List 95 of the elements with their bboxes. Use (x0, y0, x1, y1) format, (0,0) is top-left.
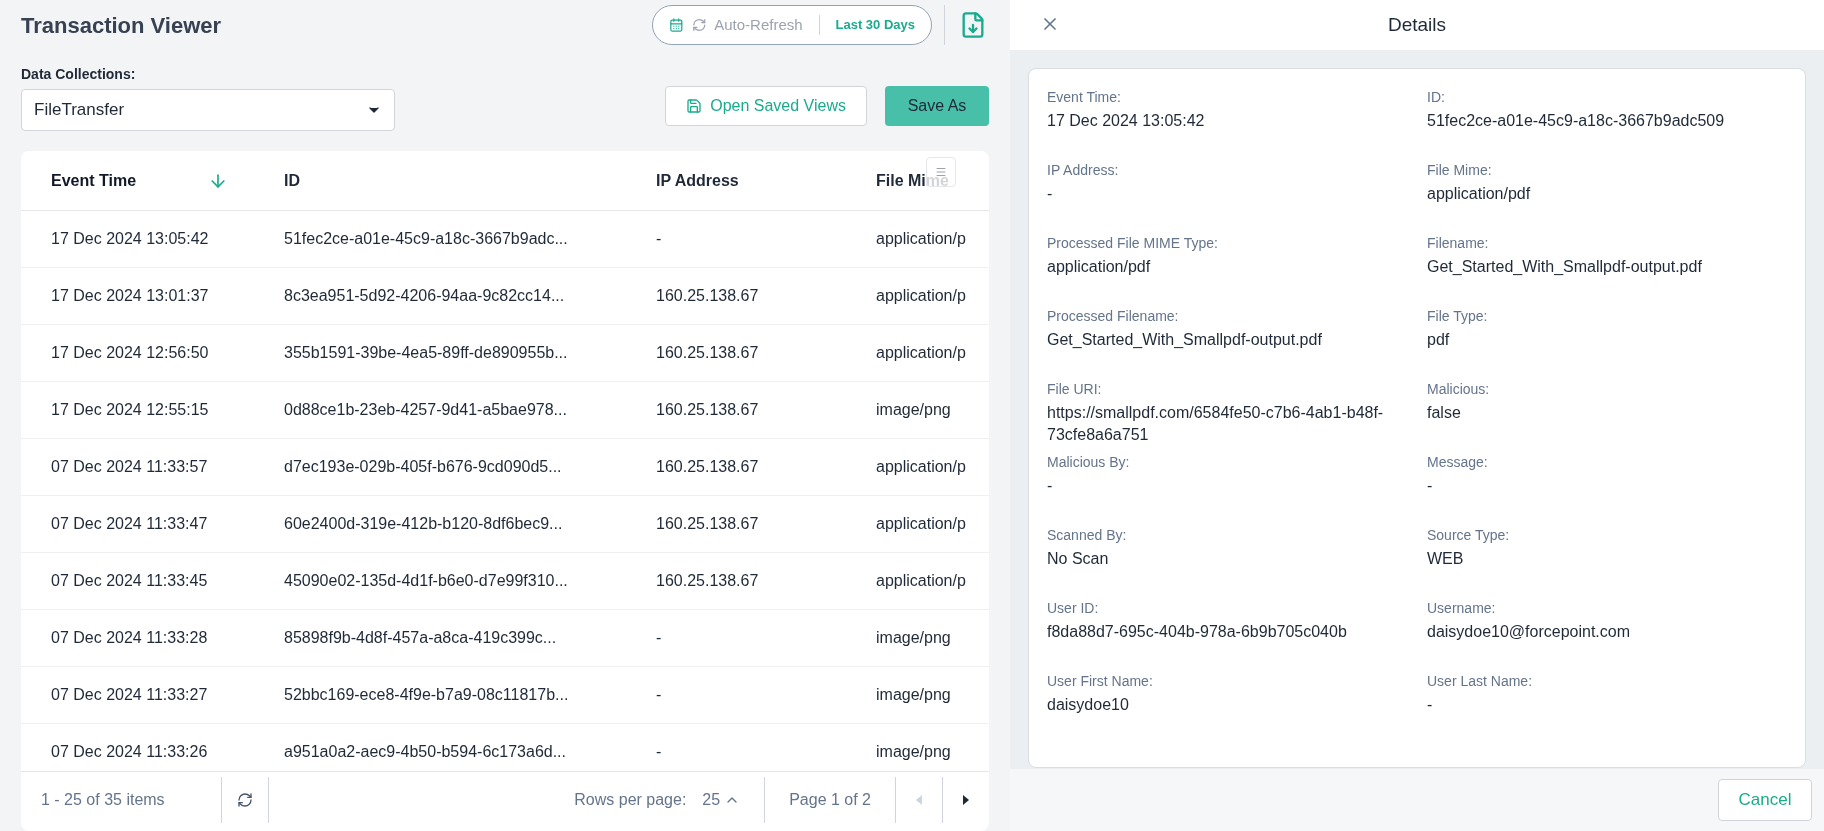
panel-title: Details (1387, 12, 1447, 37)
column-header[interactable]: ID (284, 168, 300, 193)
field-value: - (1427, 695, 1434, 715)
field-value: daisydoe10 (1047, 695, 1130, 715)
field-label: ID: (1427, 88, 1446, 107)
field-label: Event Time: (1047, 88, 1122, 107)
table-cell: application/p (876, 344, 966, 361)
table-cell: a951a0a2-aec9-4b50-b594-6c173a6d... (284, 743, 566, 760)
table-cell: 51fec2ce-a01e-45c9-a18c-3667b9adc... (284, 230, 568, 247)
table-cell: application/p (876, 515, 966, 532)
table-cell: 07 Dec 2024 11:33:57 (51, 458, 208, 475)
field-label: User Last Name: (1427, 672, 1534, 691)
field-label: Processed File MIME Type: (1047, 234, 1219, 253)
save-icon (686, 98, 703, 114)
save-as-button[interactable]: Save As (885, 86, 989, 126)
next-icon (963, 794, 969, 805)
table-cell: 07 Dec 2024 11:33:28 (51, 629, 208, 646)
table-cell: 07 Dec 2024 11:33:27 (51, 686, 208, 703)
table-cell: 160.25.138.67 (656, 515, 759, 532)
field-value: Get_Started_With_Smallpdf-output.pdf (1427, 257, 1703, 277)
table-cell: 160.25.138.67 (656, 344, 759, 361)
items-count: 1 - 25 of 35 items (40, 789, 166, 810)
collection-dropdown[interactable]: FileTransfer (21, 89, 395, 131)
table-cell: 85898f9b-4d8f-457a-a8ca-419c399c... (284, 629, 557, 646)
field-label: Data Collections: (21, 65, 137, 84)
field-label: File Mime: (1427, 161, 1493, 180)
auto-refresh-label: Auto-Refresh (714, 14, 803, 35)
table-cell: application/p (876, 572, 966, 589)
field-value: 51fec2ce-a01e-45c9-a18c-3667b9adc509 (1427, 111, 1726, 131)
field-label: IP Address: (1047, 161, 1120, 180)
field-value: - (1047, 476, 1054, 496)
table-cell: application/p (876, 458, 966, 475)
table-cell: 8c3ea951-5d92-4206-94aa-9c82cc14... (284, 287, 565, 304)
table-cell: d7ec193e-029b-405f-b676-9cd090d5... (284, 458, 562, 475)
field-value: 17 Dec 2024 13:05:42 (1047, 111, 1206, 131)
field-label: Username: (1427, 599, 1497, 618)
table-cell: 160.25.138.67 (656, 401, 759, 418)
field-label: Malicious By: (1047, 453, 1131, 472)
column-header[interactable]: Event Time (51, 168, 137, 193)
field-label: Filename: (1427, 234, 1490, 253)
column-header[interactable]: IP Address (656, 168, 739, 193)
field-label: Source Type: (1427, 526, 1511, 545)
table-cell: - (656, 629, 662, 646)
field-label: Processed Filename: (1047, 307, 1180, 326)
field-label: User First Name: (1047, 672, 1154, 691)
table-cell: 60e2400d-319e-412b-b120-8df6bec9... (284, 515, 563, 532)
table-cell: 07 Dec 2024 11:33:45 (51, 572, 208, 589)
table-cell: 45090e02-135d-4d1f-b6e0-d7e99f310... (284, 572, 568, 589)
table-cell: 0d88ce1b-23eb-4257-9d41-a5bae978... (284, 401, 567, 418)
table-cell: 17 Dec 2024 13:01:37 (51, 287, 209, 304)
field-label: File Type: (1427, 307, 1489, 326)
field-label: Malicious: (1427, 380, 1491, 399)
table-cell: 52bbc169-ece8-4f9e-b7a9-08c11817b... (284, 686, 569, 703)
field-value: - (1047, 184, 1054, 204)
date-range-label: Last 30 Days (835, 16, 915, 35)
table-cell: image/png (876, 401, 951, 418)
table-cell: image/png (876, 629, 951, 646)
table-cell: - (656, 743, 662, 760)
rows-per-page-label: Rows per page: (574, 789, 687, 810)
field-value: application/pdf (1427, 184, 1532, 204)
field-value: daisydoe10@forcepoint.com (1427, 622, 1632, 642)
field-label: User ID: (1047, 599, 1100, 618)
table-cell: image/png (876, 743, 951, 760)
previous-icon (916, 794, 922, 805)
field-value: WEB (1427, 549, 1465, 569)
table-cell: 160.25.138.67 (656, 287, 759, 304)
table-cell: 355b1591-39be-4ea5-89ff-de890955b... (284, 344, 568, 361)
field-value: false (1427, 403, 1462, 423)
page-title: Transaction Viewer (21, 11, 222, 40)
field-value: Get_Started_With_Smallpdf-output.pdf (1047, 330, 1323, 350)
field-value: pdf (1427, 330, 1451, 350)
page-indicator: Page 1 of 2 (788, 789, 872, 810)
table-cell: 160.25.138.67 (656, 458, 759, 475)
table-cell: - (656, 230, 662, 247)
table-cell: - (656, 686, 662, 703)
field-label: Message: (1427, 453, 1489, 472)
table-cell: 17 Dec 2024 13:05:42 (51, 230, 209, 247)
table-cell: 17 Dec 2024 12:56:50 (51, 344, 209, 361)
field-value: No Scan (1047, 549, 1110, 569)
field-value: application/pdf (1047, 257, 1152, 277)
field-label: Scanned By: (1047, 526, 1128, 545)
table-cell: image/png (876, 686, 951, 703)
table-cell: application/p (876, 287, 966, 304)
table-cell: 07 Dec 2024 11:33:47 (51, 515, 208, 532)
field-label: File URI: (1047, 380, 1103, 399)
field-value: - (1427, 476, 1434, 496)
table-cell: 17 Dec 2024 12:55:15 (51, 401, 209, 418)
table-cell: application/p (876, 230, 966, 247)
rows-per-page-select[interactable]: 25 (702, 787, 741, 812)
refresh-icon (237, 791, 253, 808)
table-cell: 07 Dec 2024 11:33:26 (51, 743, 208, 760)
field-value: f8da88d7-695c-404b-978a-6b9b705c040b (1047, 622, 1348, 642)
calendar-icon (669, 17, 684, 33)
field-value: https://smallpdf.com/6584fe50-c7b6-4ab1-b48f-73cfe8a6a751 (1047, 403, 1385, 445)
table-cell: 160.25.138.67 (656, 572, 759, 589)
